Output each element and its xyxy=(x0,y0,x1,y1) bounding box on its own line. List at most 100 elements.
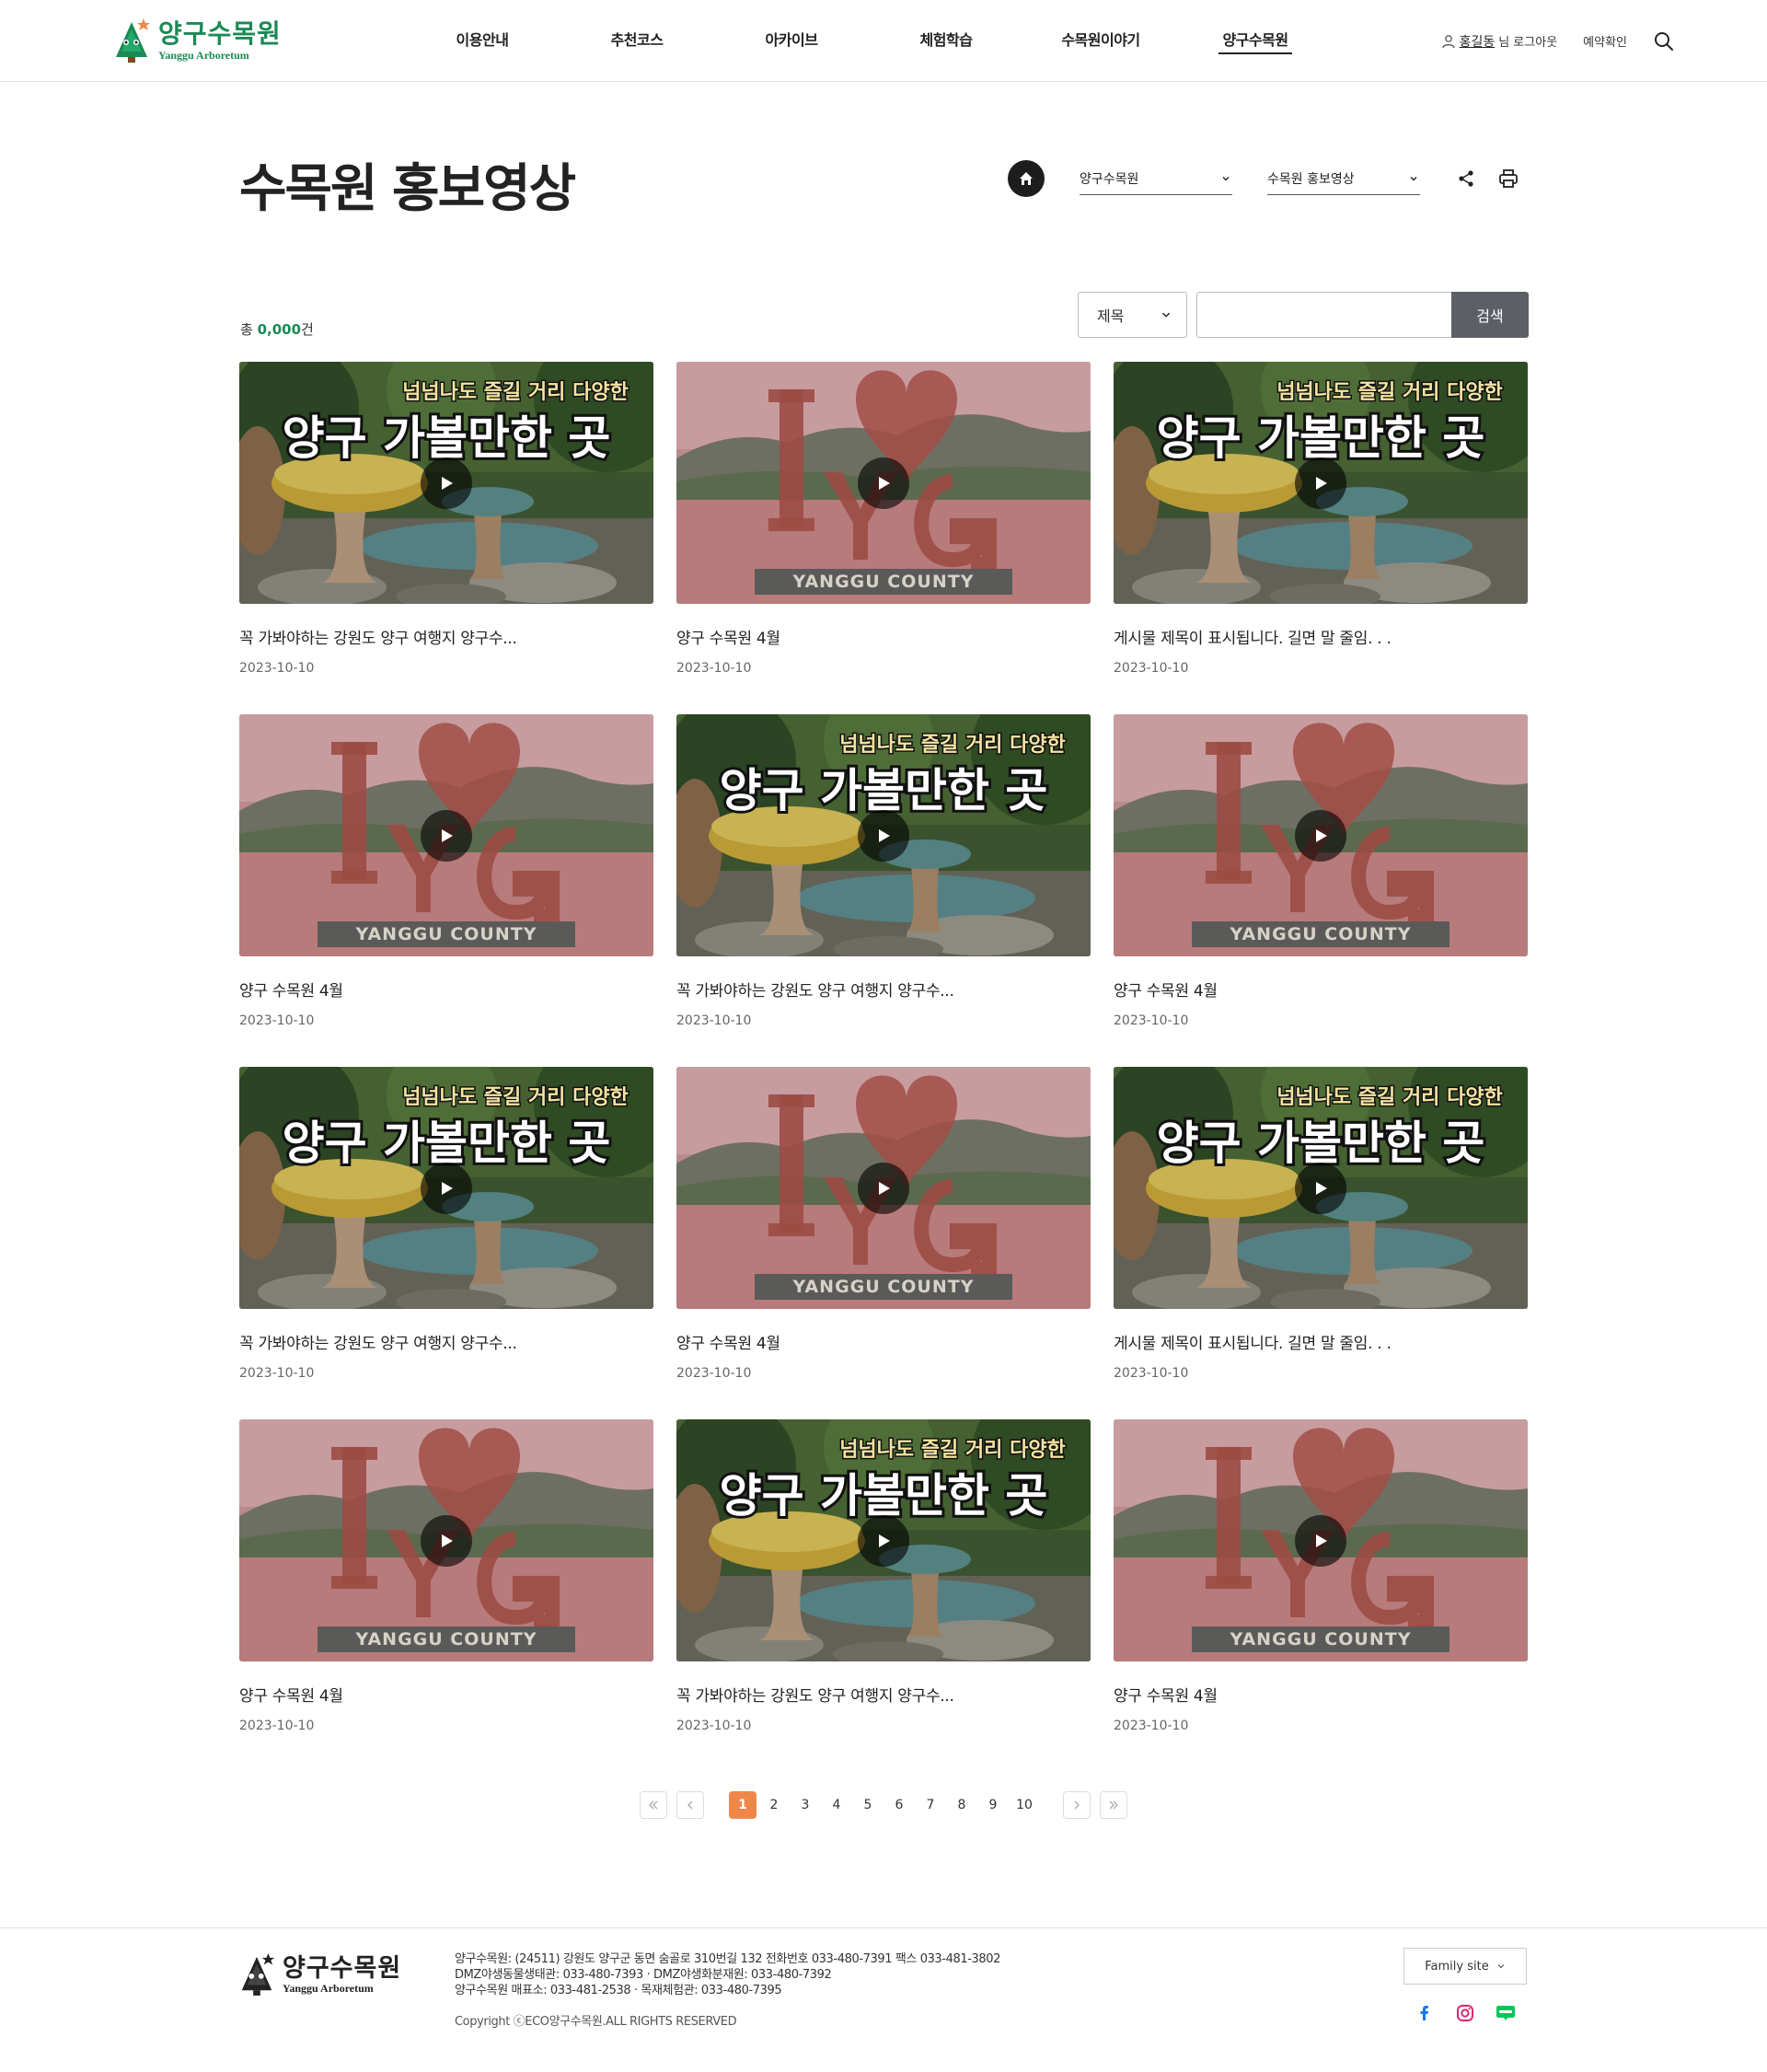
nav-item-archive[interactable]: 아카이브 xyxy=(714,0,869,82)
video-thumbnail[interactable]: 넘넘나도 즐길 거리 다양한 양구 가볼만한 곳 xyxy=(1114,362,1528,604)
logo-title: 양구수목원 xyxy=(158,17,282,49)
video-title[interactable]: 꼭 가봐야하는 강원도 양구 여행지 양구수... xyxy=(676,978,1091,1001)
print-button[interactable] xyxy=(1497,168,1519,190)
footer-contact-info: 양구수목원: (24511) 강원도 양구군 동면 숨골로 310번길 132 … xyxy=(455,1951,1000,1998)
footer-info-line: 양구수목원 매표소: 033-481-2538 · 목재체험관: 033-480… xyxy=(455,1984,782,1997)
video-title[interactable]: 양구 수목원 4월 xyxy=(239,1683,653,1706)
share-button[interactable] xyxy=(1455,168,1477,190)
next-page-button[interactable] xyxy=(1063,1791,1091,1819)
video-title[interactable]: 꼭 가봐야하는 강원도 양구 여행지 양구수... xyxy=(676,1683,1091,1706)
video-date: 2023-10-10 xyxy=(676,1719,752,1733)
play-button[interactable] xyxy=(858,809,909,862)
user-name[interactable]: 홍길동 xyxy=(1460,32,1496,51)
last-page-button[interactable] xyxy=(1100,1791,1127,1819)
page-number-4[interactable]: 4 xyxy=(823,1791,850,1819)
video-thumbnail[interactable]: 넘넘나도 즐길 거리 다양한 양구 가볼만한 곳 xyxy=(239,1067,653,1309)
family-site-select[interactable]: Family site xyxy=(1403,1948,1527,1985)
video-thumbnail[interactable]: YANGGU COUNTY xyxy=(239,714,653,956)
video-thumbnail[interactable]: YANGGU COUNTY xyxy=(676,362,1091,604)
nav-item-course[interactable]: 추천코스 xyxy=(560,0,714,82)
sns-links xyxy=(1414,2002,1517,2024)
reservation-link[interactable]: 예약확인 xyxy=(1583,32,1627,50)
video-date: 2023-10-10 xyxy=(676,1366,752,1381)
instagram-link[interactable] xyxy=(1454,2002,1476,2024)
video-card[interactable]: 넘넘나도 즐길 거리 다양한 양구 가볼만한 곳 꼭 가봐야하는 강원도 양구 … xyxy=(239,1067,653,1419)
video-thumbnail[interactable]: YANGGU COUNTY xyxy=(1114,1419,1528,1661)
video-thumbnail[interactable]: YANGGU COUNTY xyxy=(1114,714,1528,956)
page-number-5[interactable]: 5 xyxy=(854,1791,882,1819)
play-button[interactable] xyxy=(1295,457,1346,509)
site-logo[interactable]: 양구수목원 Yanggu Arboretum xyxy=(110,17,282,64)
video-thumbnail[interactable]: 넘넘나도 즐길 거리 다양한 양구 가볼만한 곳 xyxy=(676,714,1091,956)
breadcrumb-depth1-select[interactable]: 양구수목원 xyxy=(1080,162,1232,195)
page-number-8[interactable]: 8 xyxy=(948,1791,976,1819)
video-thumbnail[interactable]: 넘넘나도 즐길 거리 다양한 양구 가볼만한 곳 xyxy=(239,362,653,604)
facebook-link[interactable] xyxy=(1414,2002,1436,2024)
video-title[interactable]: 게시물 제목이 표시됩니다. 길면 말 줄임. . . xyxy=(1114,1330,1528,1353)
page-number-2[interactable]: 2 xyxy=(760,1791,788,1819)
search-button[interactable]: 검색 xyxy=(1451,292,1529,338)
video-card[interactable]: YANGGU COUNTY 양구 수목원 4월 2023-10-10 xyxy=(239,1419,653,1772)
nav-item-story[interactable]: 수목원이야기 xyxy=(1023,0,1178,82)
video-card[interactable]: 넘넘나도 즐길 거리 다양한 양구 가볼만한 곳 게시물 제목이 표시됩니다. … xyxy=(1114,362,1528,714)
home-button[interactable] xyxy=(1008,160,1045,197)
nav-item-learning[interactable]: 체험학습 xyxy=(869,0,1023,82)
play-button[interactable] xyxy=(421,1162,472,1214)
page-number-6[interactable]: 6 xyxy=(885,1791,913,1819)
page-number-1[interactable]: 1 xyxy=(729,1791,756,1819)
play-button[interactable] xyxy=(858,1162,909,1214)
page-number-3[interactable]: 3 xyxy=(791,1791,819,1819)
video-card[interactable]: YANGGU COUNTY 양구 수목원 4월 2023-10-10 xyxy=(239,714,653,1067)
main-nav: 이용안내 추천코스 아카이브 체험학습 수목원이야기 양구수목원 xyxy=(405,0,1333,82)
logo-subtitle: Yanggu Arboretum xyxy=(158,48,249,62)
blog-link[interactable] xyxy=(1495,2002,1517,2024)
logout-link[interactable]: 님 로그아웃 xyxy=(1498,32,1557,50)
video-card[interactable]: YANGGU COUNTY 양구 수목원 4월 2023-10-10 xyxy=(676,1067,1091,1419)
page-number-10[interactable]: 10 xyxy=(1011,1791,1038,1819)
user-icon xyxy=(1441,34,1455,48)
video-date: 2023-10-10 xyxy=(1114,1013,1189,1028)
video-title[interactable]: 양구 수목원 4월 xyxy=(1114,1683,1528,1706)
tree-logo-icon xyxy=(241,1953,275,1996)
video-title[interactable]: 꼭 가봐야하는 강원도 양구 여행지 양구수... xyxy=(239,625,653,648)
video-date: 2023-10-10 xyxy=(676,661,752,676)
video-title[interactable]: 양구 수목원 4월 xyxy=(676,625,1091,648)
play-button[interactable] xyxy=(421,457,472,509)
play-button[interactable] xyxy=(421,809,472,862)
nav-item-arboretum[interactable]: 양구수목원 xyxy=(1178,0,1333,82)
video-title[interactable]: 양구 수목원 4월 xyxy=(239,978,653,1001)
video-date: 2023-10-10 xyxy=(239,1013,315,1028)
video-thumbnail[interactable]: YANGGU COUNTY xyxy=(239,1419,653,1661)
video-card[interactable]: YANGGU COUNTY 양구 수목원 4월 2023-10-10 xyxy=(1114,714,1528,1067)
page-number-7[interactable]: 7 xyxy=(917,1791,944,1819)
video-card[interactable]: 넘넘나도 즐길 거리 다양한 양구 가볼만한 곳 꼭 가봐야하는 강원도 양구 … xyxy=(239,362,653,714)
thumbnail-sign-text: YANGGU COUNTY xyxy=(792,1277,975,1297)
video-title[interactable]: 양구 수목원 4월 xyxy=(1114,978,1528,1001)
play-button[interactable] xyxy=(421,1514,472,1567)
play-button[interactable] xyxy=(858,1514,909,1567)
video-card[interactable]: 넘넘나도 즐길 거리 다양한 양구 가볼만한 곳 꼭 가봐야하는 강원도 양구 … xyxy=(676,1419,1091,1772)
video-card[interactable]: YANGGU COUNTY 양구 수목원 4월 2023-10-10 xyxy=(676,362,1091,714)
video-title[interactable]: 게시물 제목이 표시됩니다. 길면 말 줄임. . . xyxy=(1114,625,1528,648)
search-field-select[interactable]: 제목 xyxy=(1078,292,1187,338)
video-thumbnail[interactable]: 넘넘나도 즐길 거리 다양한 양구 가볼만한 곳 xyxy=(676,1419,1091,1661)
search-icon[interactable] xyxy=(1653,30,1675,52)
play-button[interactable] xyxy=(1295,1514,1346,1567)
search-input[interactable] xyxy=(1196,292,1451,338)
video-title[interactable]: 양구 수목원 4월 xyxy=(676,1330,1091,1353)
play-button[interactable] xyxy=(1295,1162,1346,1214)
video-thumbnail[interactable]: 넘넘나도 즐길 거리 다양한 양구 가볼만한 곳 xyxy=(1114,1067,1528,1309)
breadcrumb-depth2-select[interactable]: 수목원 홍보영상 xyxy=(1267,162,1420,195)
nav-item-guide[interactable]: 이용안내 xyxy=(405,0,560,82)
play-button[interactable] xyxy=(858,457,909,509)
video-thumbnail[interactable]: YANGGU COUNTY xyxy=(676,1067,1091,1309)
video-card[interactable]: 넘넘나도 즐길 거리 다양한 양구 가볼만한 곳 게시물 제목이 표시됩니다. … xyxy=(1114,1067,1528,1419)
video-card[interactable]: YANGGU COUNTY 양구 수목원 4월 2023-10-10 xyxy=(1114,1419,1528,1772)
print-icon xyxy=(1499,169,1518,188)
page-number-9[interactable]: 9 xyxy=(979,1791,1007,1819)
video-title[interactable]: 꼭 가봐야하는 강원도 양구 여행지 양구수... xyxy=(239,1330,653,1353)
video-card[interactable]: 넘넘나도 즐길 거리 다양한 양구 가볼만한 곳 꼭 가봐야하는 강원도 양구 … xyxy=(676,714,1091,1067)
play-button[interactable] xyxy=(1295,809,1346,862)
first-page-button[interactable] xyxy=(640,1791,667,1819)
prev-page-button[interactable] xyxy=(676,1791,704,1819)
